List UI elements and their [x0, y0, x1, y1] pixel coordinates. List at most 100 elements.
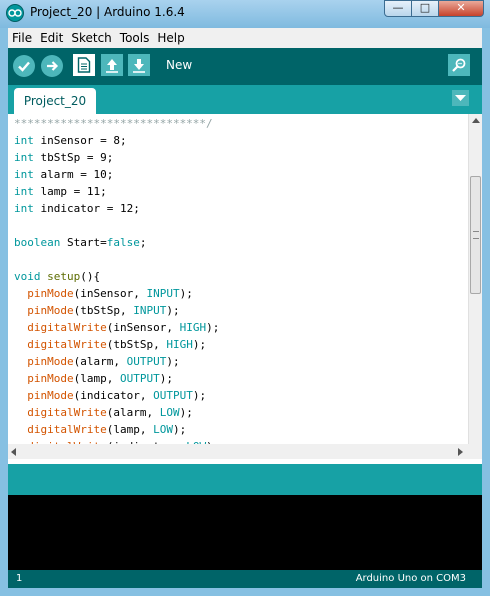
code-token: HIGH	[179, 321, 207, 334]
code-token: alarm = 10;	[33, 168, 114, 181]
tab-menu-button[interactable]	[452, 90, 469, 106]
code-token: ;	[139, 236, 147, 249]
code-token: );	[166, 304, 180, 317]
code-token: pinMode	[27, 355, 74, 368]
code-token: int	[14, 168, 34, 181]
code-token: (alarm,	[106, 406, 160, 419]
window-border-right	[482, 28, 490, 596]
status-bar: 1 Arduino Uno on COM3	[8, 570, 482, 588]
code-token: );	[159, 372, 173, 385]
maximize-button[interactable]: □	[411, 0, 439, 17]
serial-monitor-button[interactable]	[448, 54, 470, 76]
title-bar: Project_20 | Arduino 1.6.4 — □ ✕	[0, 0, 490, 28]
code-token: int	[14, 185, 34, 198]
save-button[interactable]	[128, 54, 150, 76]
code-token: );	[166, 355, 180, 368]
code-token: digitalWrite	[27, 338, 107, 351]
menu-sketch[interactable]: Sketch	[67, 28, 115, 48]
code-text: *****************************/ int inSens…	[14, 115, 219, 444]
arrow-up-icon	[106, 59, 118, 73]
code-token: (indicator,	[73, 389, 154, 402]
code-token: );	[206, 321, 220, 334]
code-token: *****************************/	[14, 117, 213, 130]
menu-file[interactable]: File	[8, 28, 36, 48]
code-line: pinMode(indicator, OUTPUT);	[14, 387, 219, 404]
grip-icon	[473, 231, 479, 239]
code-line: pinMode(inSensor, INPUT);	[14, 285, 219, 302]
code-token: void	[14, 270, 41, 283]
code-token: false	[106, 236, 140, 249]
code-token: digitalWrite	[27, 423, 107, 436]
code-line: pinMode(alarm, OUTPUT);	[14, 353, 219, 370]
scroll-left-icon[interactable]	[11, 448, 16, 456]
code-line: digitalWrite(alarm, LOW);	[14, 404, 219, 421]
scroll-up-icon[interactable]	[472, 118, 480, 123]
code-line: digitalWrite(tbStSp, HIGH);	[14, 336, 219, 353]
upload-button[interactable]	[41, 55, 63, 77]
code-token: );	[192, 389, 207, 402]
code-token: LOW	[159, 406, 180, 419]
code-line: void setup(){	[14, 268, 219, 285]
new-button[interactable]	[73, 54, 95, 76]
code-token: setup	[47, 270, 81, 283]
tab-project-20[interactable]: Project_20	[14, 88, 96, 114]
console-output[interactable]	[8, 495, 482, 570]
code-token: );	[179, 287, 193, 300]
toolbar-hover-label: New	[166, 58, 193, 72]
code-line: int inSensor = 8;	[14, 132, 219, 149]
code-token: int	[14, 134, 34, 147]
code-editor[interactable]: *****************************/ int inSens…	[8, 114, 468, 444]
window-border-bottom	[0, 588, 490, 596]
minimize-button[interactable]: —	[384, 0, 412, 17]
line-number: 1	[16, 573, 23, 584]
code-token: (lamp,	[73, 372, 120, 385]
code-token: );	[172, 423, 187, 436]
code-token: (alarm,	[73, 355, 127, 368]
scrollbar-corner	[468, 444, 482, 459]
code-token: inSensor = 8;	[33, 134, 127, 147]
menu-help[interactable]: Help	[153, 28, 188, 48]
code-line: pinMode(tbStSp, INPUT);	[14, 302, 219, 319]
menu-tools[interactable]: Tools	[116, 28, 154, 48]
open-button[interactable]	[101, 54, 123, 76]
window-title: Project_20 | Arduino 1.6.4	[30, 5, 185, 19]
code-token: INPUT	[146, 287, 180, 300]
horizontal-scrollbar[interactable]	[8, 444, 468, 459]
code-line: *****************************/	[14, 115, 219, 132]
code-token: (lamp,	[106, 423, 154, 436]
code-line: int lamp = 11;	[14, 183, 219, 200]
vertical-scroll-thumb[interactable]	[470, 176, 481, 294]
code-token: int	[14, 202, 34, 215]
code-line: digitalWrite(inSensor, HIGH);	[14, 319, 219, 336]
menu-bar: File Edit Sketch Tools Help	[8, 28, 482, 48]
code-token: digitalWrite	[27, 321, 107, 334]
code-line: boolean Start=false;	[14, 234, 219, 251]
code-line: int tbStSp = 9;	[14, 149, 219, 166]
close-button[interactable]: ✕	[438, 0, 484, 17]
window-border-left	[0, 28, 8, 596]
magnifier-icon	[452, 58, 466, 72]
code-line: int alarm = 10;	[14, 166, 219, 183]
code-token: INPUT	[133, 304, 167, 317]
scroll-right-icon[interactable]	[458, 448, 463, 456]
arduino-logo-icon	[6, 4, 24, 22]
code-token: );	[179, 406, 193, 419]
arrow-down-icon	[133, 59, 145, 73]
code-token: tbStSp = 9;	[33, 151, 114, 164]
vertical-scrollbar[interactable]	[468, 114, 482, 444]
code-token: pinMode	[27, 287, 74, 300]
menu-edit[interactable]: Edit	[36, 28, 67, 48]
code-token: digitalWrite	[27, 406, 107, 419]
board-port-label: Arduino Uno on COM3	[355, 573, 466, 584]
tab-bar: Project_20	[8, 85, 482, 114]
verify-button[interactable]	[13, 55, 35, 77]
